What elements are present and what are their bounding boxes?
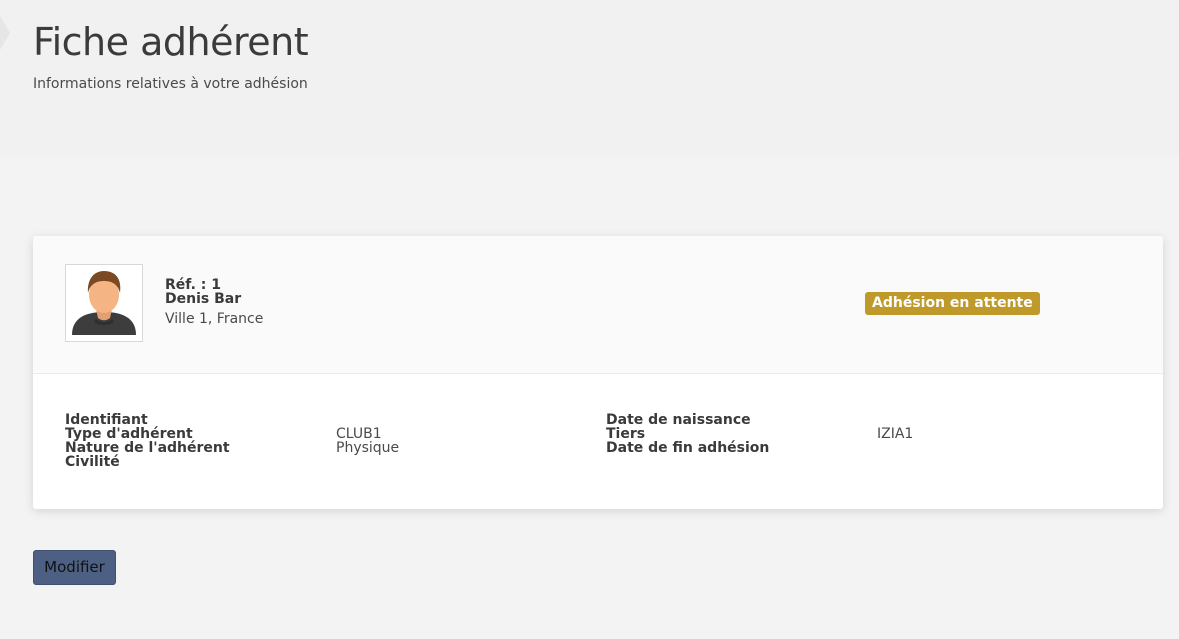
label-date-fin-adhesion: Date de fin adhésion [606,440,770,456]
label-type-adherent: Type d'adhérent [65,426,193,442]
member-name: Denis Bar [165,291,242,307]
member-card: Réf. : 1 Denis Bar Ville 1, France Adhés… [33,236,1163,509]
label-nature-adherent: Nature de l'adhérent [65,440,230,456]
page-title: Fiche adhérent [33,20,309,64]
label-tiers: Tiers [606,426,646,442]
modify-button[interactable]: Modifier [33,550,116,585]
member-location: Ville 1, France [165,311,264,327]
value-nature-adherent: Physique [336,440,400,456]
page: Fiche adhérent Informations relatives à … [0,0,1179,639]
status-badge: Adhésion en attente [865,292,1040,315]
page-subtitle: Informations relatives à votre adhésion [33,76,308,92]
label-identifiant: Identifiant [65,412,148,428]
side-chevron-icon [0,16,10,50]
label-civilite: Civilité [65,454,120,470]
member-summary: Réf. : 1 Denis Bar Ville 1, France Adhés… [33,236,1163,374]
label-date-naissance: Date de naissance [606,412,751,428]
value-tiers: IZIA1 [877,426,914,442]
value-type-adherent: CLUB1 [336,426,382,442]
user-avatar-icon [65,264,143,342]
